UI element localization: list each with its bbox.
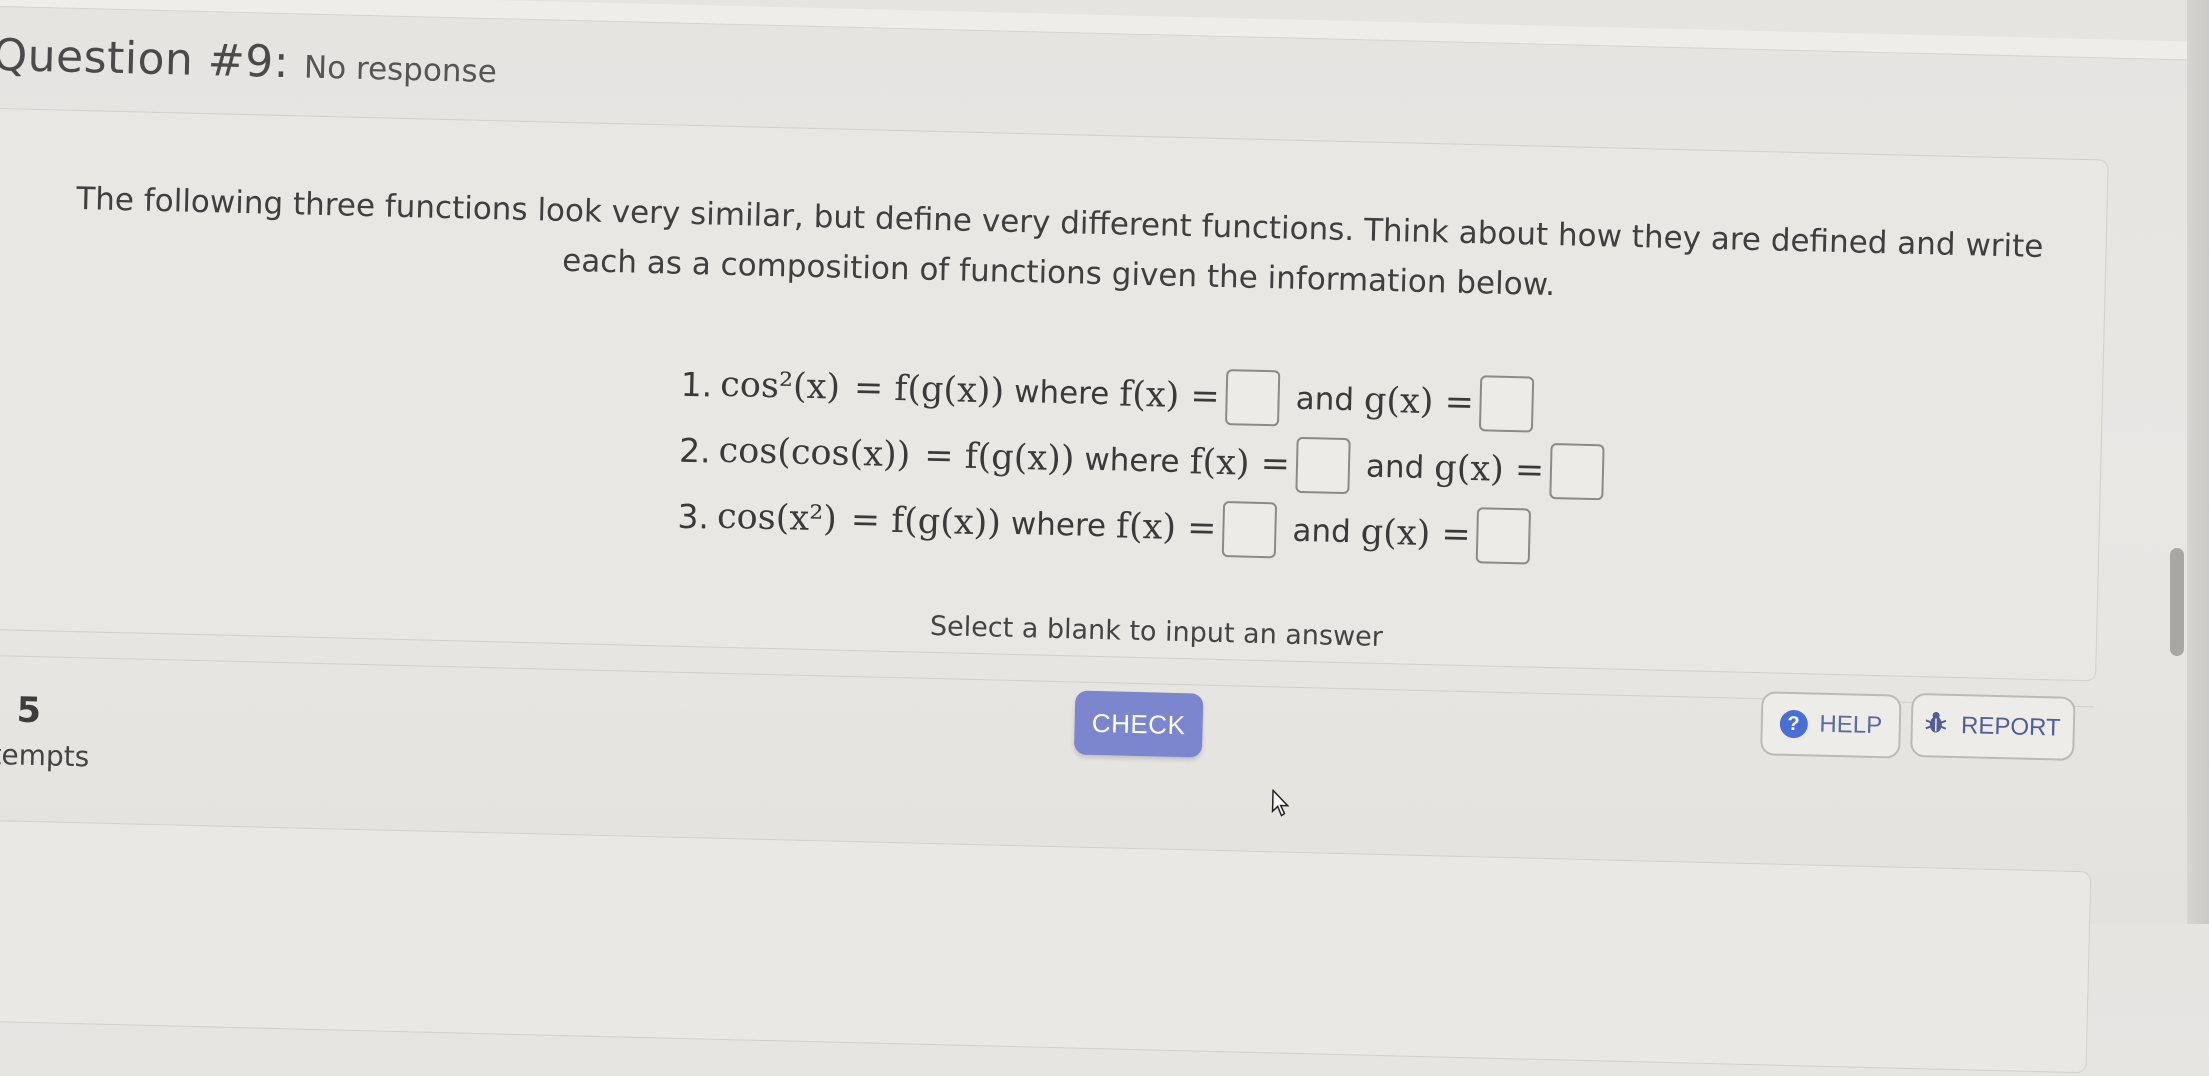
g-label: g(x) = [1434,448,1545,491]
question-header: Question #9: No response [0,30,497,93]
f-answer-blank[interactable] [1225,369,1280,426]
problem-composition: = f(g(x)) [924,436,1075,480]
problem-lhs: cos(x²) [717,497,838,540]
and-label: and [1366,449,1425,486]
help-label: HELP [1819,711,1882,741]
page-scrollbar[interactable] [2170,548,2184,656]
g-label: g(x) = [1360,512,1471,555]
g-answer-blank[interactable] [1550,443,1605,500]
f-label: f(x) = [1119,374,1220,416]
problem-number: 1. [680,364,712,404]
f-answer-blank[interactable] [1222,501,1277,558]
problem-number: 2. [679,430,711,470]
where-label: where [1014,374,1110,412]
problem-lhs: cos(cos(x)) [718,431,911,476]
where-label: where [1010,506,1106,544]
window-edge [2187,0,2209,924]
mouse-pointer-icon [1270,789,1291,821]
question-circle-icon: ? [1779,710,1808,739]
g-answer-blank[interactable] [1476,507,1531,564]
attempts-count: 5 [16,691,41,732]
problem-number: 3. [677,496,709,536]
f-answer-blank[interactable] [1295,437,1350,494]
response-status: No response [304,49,498,90]
g-label: g(x) = [1364,380,1475,423]
attempts-label: ttempts [0,738,90,774]
page-scene: Question #9: No response The following t… [0,0,2208,978]
problem-lhs: cos²(x) [720,365,841,408]
f-label: f(x) = [1116,506,1217,548]
bug-icon [1925,710,1948,742]
and-label: and [1292,513,1351,550]
and-label: and [1295,381,1354,418]
problem-composition: = f(g(x)) [854,368,1005,412]
report-label: REPORT [1961,712,2061,742]
problem-composition: = f(g(x)) [850,500,1001,544]
g-answer-blank[interactable] [1479,375,1534,432]
f-label: f(x) = [1189,442,1290,484]
check-button[interactable]: CHECK [1074,690,1204,757]
question-title: Question #9: [0,30,290,88]
next-card [0,819,2091,1073]
where-label: where [1084,442,1180,480]
help-button[interactable]: ? HELP [1760,691,1902,758]
problem-list: 1. cos²(x) = f(g(x)) where f(x) = and g(… [677,351,1613,572]
report-button[interactable]: REPORT [1910,693,2076,761]
